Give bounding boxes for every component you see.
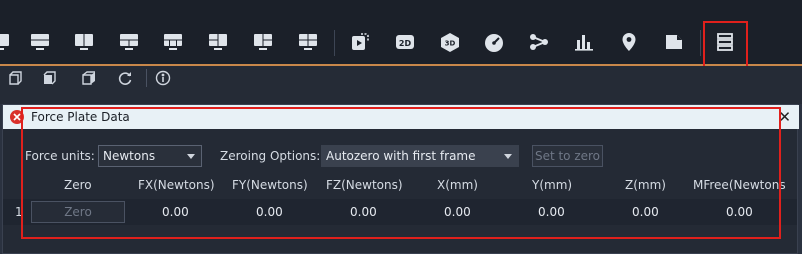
panel-title-bar[interactable]: Force Plate Data ✕	[3, 105, 799, 129]
column-header-fy: FY(Newtons)	[232, 178, 308, 192]
cell-x: 0.00	[444, 205, 471, 219]
view-toolbar	[0, 66, 802, 90]
column-header-zero: Zero	[64, 178, 92, 192]
close-icon[interactable]: ✕	[778, 108, 791, 126]
main-toolbar: 2D 3D	[0, 0, 802, 66]
toolbar-separator	[334, 30, 335, 56]
bar-chart-icon[interactable]	[572, 30, 596, 54]
column-header-mfree: MFree(Newtons	[693, 178, 786, 192]
zeroing-options-select[interactable]: Autozero with first frame	[321, 145, 519, 167]
graph-nodes-icon[interactable]	[527, 30, 551, 54]
column-header-z: Z(mm)	[625, 178, 666, 192]
cell-z: 0.00	[632, 205, 659, 219]
force-units-select[interactable]: Newtons	[98, 145, 202, 167]
zeroing-options-value: Autozero with first frame	[326, 149, 476, 163]
cell-fz: 0.00	[350, 205, 377, 219]
view-quad-icon[interactable]	[206, 30, 230, 54]
view-grid-icon[interactable]	[161, 30, 185, 54]
chevron-down-icon	[187, 154, 195, 159]
set-to-zero-button[interactable]: Set to zero	[532, 145, 603, 167]
view-quad-alt-icon[interactable]	[251, 30, 275, 54]
column-header-fx: FX(Newtons)	[138, 178, 215, 192]
spacer	[0, 90, 802, 104]
subtoolbar-separator	[146, 69, 147, 87]
column-header-x: X(mm)	[437, 178, 478, 192]
column-header-fz: FZ(Newtons)	[326, 178, 403, 192]
data-panel-icon[interactable]	[713, 30, 737, 54]
panel-title: Force Plate Data	[31, 110, 130, 124]
force-plate-panel: Force Plate Data ✕ Force units: Newtons …	[2, 104, 799, 254]
video-record-icon[interactable]	[348, 30, 372, 54]
row-index: 1	[15, 205, 23, 219]
svg-text:2D: 2D	[399, 39, 412, 48]
target-person-icon[interactable]	[154, 69, 172, 87]
chevron-down-icon	[504, 154, 512, 159]
refresh-icon[interactable]	[116, 69, 134, 87]
cell-fy: 0.00	[256, 205, 283, 219]
toolbar-separator	[700, 30, 701, 56]
view-split-horizontal-icon[interactable]	[28, 30, 52, 54]
map-pin-icon[interactable]	[617, 30, 641, 54]
zeroing-options-label: Zeroing Options:	[220, 149, 321, 163]
view-2d-icon[interactable]: 2D	[393, 30, 417, 54]
view-quad-top-icon[interactable]	[117, 30, 141, 54]
view-split-vertical-icon[interactable]	[72, 30, 96, 54]
force-units-value: Newtons	[103, 149, 156, 163]
gauge-icon[interactable]	[482, 30, 506, 54]
view-four-panel-icon[interactable]	[296, 30, 320, 54]
document-icon[interactable]	[662, 30, 686, 54]
cube-iso-icon[interactable]	[80, 69, 98, 87]
column-header-y: Y(mm)	[532, 178, 573, 192]
cell-fx: 0.00	[162, 205, 189, 219]
view-single-icon[interactable]	[0, 30, 12, 54]
force-units-label: Force units:	[25, 149, 95, 163]
cube-front-icon[interactable]	[6, 69, 24, 87]
cell-y: 0.00	[538, 205, 565, 219]
cell-mfree: 0.00	[726, 205, 753, 219]
view-3d-icon[interactable]: 3D	[438, 30, 462, 54]
zero-button[interactable]: Zero	[31, 201, 125, 223]
cube-side-icon[interactable]	[40, 69, 58, 87]
panel-pin-icon[interactable]	[9, 109, 25, 125]
svg-text:3D: 3D	[445, 40, 456, 48]
